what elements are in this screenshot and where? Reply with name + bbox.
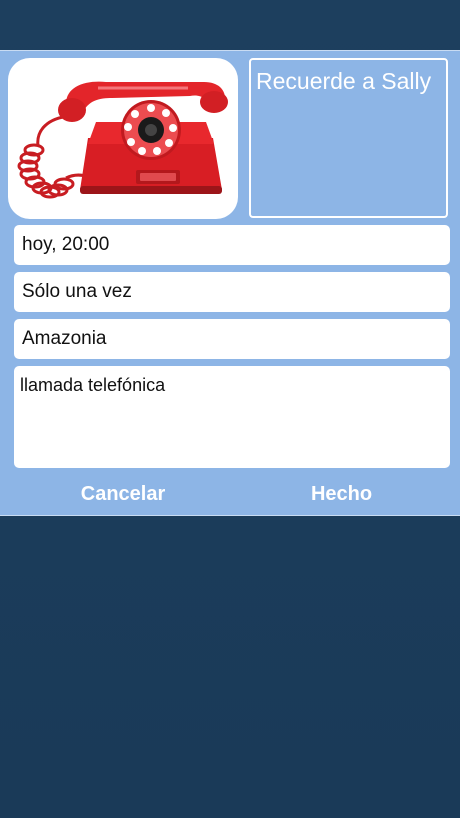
reminder-title-field[interactable]: Recuerde a Sally bbox=[249, 58, 448, 218]
location-field[interactable]: Amazonia bbox=[14, 319, 450, 359]
repeat-field[interactable]: Sólo una vez bbox=[14, 272, 450, 312]
notes-textarea[interactable]: llamada telefónica bbox=[14, 366, 450, 468]
reminder-editor-panel: Recuerde a Sally hoy, 20:00 Sólo una vez… bbox=[0, 50, 460, 516]
datetime-field[interactable]: hoy, 20:00 bbox=[14, 225, 450, 265]
location-value: Amazonia bbox=[22, 328, 107, 349]
datetime-value: hoy, 20:00 bbox=[22, 234, 110, 255]
repeat-value: Sólo una vez bbox=[22, 281, 132, 302]
done-button[interactable]: Hecho bbox=[300, 479, 383, 509]
rotary-phone-icon bbox=[17, 81, 228, 199]
app-screen: Recuerde a Sally hoy, 20:00 Sólo una vez… bbox=[0, 0, 460, 818]
reminder-title-text: Recuerde a Sally bbox=[256, 68, 432, 94]
reminder-photo[interactable] bbox=[8, 58, 238, 219]
notes-value: llamada telefónica bbox=[20, 375, 166, 395]
cancel-button[interactable]: Cancelar bbox=[73, 479, 173, 509]
